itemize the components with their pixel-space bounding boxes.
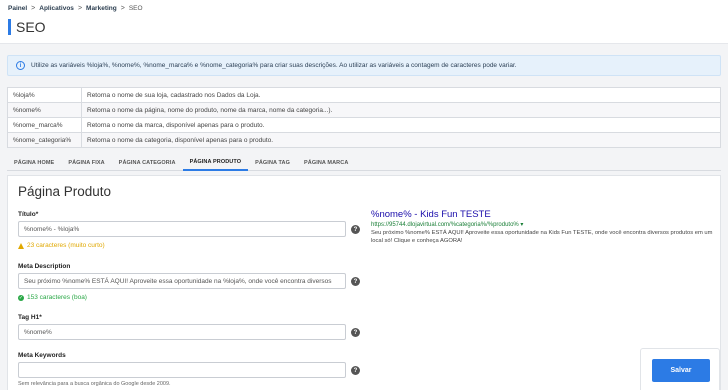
preview-url: https://95744.dlojavirtual.com/%categori…	[371, 222, 524, 228]
breadcrumb: Painel > Aplicativos > Marketing > SEO	[8, 4, 720, 13]
chevron-right-icon: >	[77, 5, 83, 12]
save-button[interactable]: Salvar	[652, 359, 710, 382]
variable-desc: Retorna o nome da categoria, disponível …	[81, 132, 721, 148]
table-row: %nome_marca% Retorna o nome da marca, di…	[7, 117, 721, 133]
tab-pagina-marca[interactable]: PÁGINA MARCA	[297, 155, 355, 171]
variables-table: %loja% Retorna o nome de sua loja, cadas…	[7, 87, 721, 148]
help-icon[interactable]: ?	[351, 225, 360, 234]
tag-h1-input[interactable]: %nome%	[18, 324, 346, 340]
tab-pagina-fixa[interactable]: PÁGINA FIXA	[61, 155, 111, 171]
help-icon[interactable]: ?	[351, 366, 360, 375]
chevron-right-icon: >	[31, 5, 36, 12]
title-input[interactable]: %nome% - %loja%	[18, 221, 346, 237]
variable-key: %nome%	[7, 102, 82, 118]
breadcrumb-aplicativos[interactable]: Aplicativos	[39, 5, 74, 12]
meta-keywords-input[interactable]	[18, 362, 346, 378]
variable-key: %loja%	[7, 87, 82, 103]
table-row: %nome% Retorna o nome da página, nome do…	[7, 102, 721, 118]
title-label: Título*	[18, 211, 39, 218]
title-note-text: 23 caracteres (muito curto)	[27, 242, 105, 249]
meta-description-input[interactable]: Seu próximo %nome% ESTÁ AQUI! Aproveite …	[18, 273, 346, 289]
check-icon: ✓	[18, 294, 24, 301]
tab-pagina-tag[interactable]: PÁGINA TAG	[248, 155, 297, 171]
tab-pagina-categoria[interactable]: PÁGINA CATEGORIA	[112, 155, 183, 171]
page-title-row: SEO	[8, 19, 720, 35]
table-row: %nome_categoria% Retorna o nome da categ…	[7, 132, 721, 148]
variable-desc: Retorna o nome de sua loja, cadastrado n…	[81, 87, 721, 103]
page-header: Painel > Aplicativos > Marketing > SEO S…	[0, 0, 728, 44]
breadcrumb-marketing[interactable]: Marketing	[86, 5, 117, 12]
meta-description-label: Meta Description	[18, 263, 71, 270]
info-icon: i	[16, 61, 25, 70]
page-title: SEO	[16, 19, 46, 35]
tab-pagina-produto[interactable]: PÁGINA PRODUTO	[182, 155, 249, 171]
info-alert: i Utilize as variáveis %loja%, %nome%, %…	[7, 55, 721, 76]
variable-desc: Retorna o nome da marca, disponível apen…	[81, 117, 721, 133]
breadcrumb-current: SEO	[128, 5, 143, 12]
title-char-count: 23 caracteres (muito curto)	[18, 242, 105, 249]
chevron-right-icon: >	[120, 5, 125, 12]
preview-description: Seu próximo %nome% ESTÁ AQUI! Aproveite …	[371, 230, 713, 244]
seo-tabs: PÁGINA HOME PÁGINA FIXA PÁGINA CATEGORIA…	[7, 155, 721, 171]
title-accent-bar	[8, 19, 11, 35]
meta-note-text: 153 caracteres (boa)	[27, 294, 87, 301]
save-panel: Salvar	[640, 348, 720, 390]
help-icon[interactable]: ?	[351, 277, 360, 286]
meta-keywords-label: Meta Keywords	[18, 352, 66, 359]
table-row: %loja% Retorna o nome de sua loja, cadas…	[7, 87, 721, 103]
breadcrumb-painel[interactable]: Painel	[8, 5, 27, 12]
meta-char-count: ✓ 153 caracteres (boa)	[18, 294, 87, 301]
search-preview: %nome% - Kids Fun TESTE https://95744.dl…	[371, 209, 716, 246]
help-icon[interactable]: ?	[351, 328, 360, 337]
keywords-note: Sem relevância para a busca orgânica do …	[18, 381, 171, 387]
variable-desc: Retorna o nome da página, nome do produt…	[81, 102, 721, 118]
preview-title: %nome% - Kids Fun TESTE	[371, 209, 491, 220]
info-text: Utilize as variáveis %loja%, %nome%, %no…	[31, 62, 517, 69]
seo-form-card: Página Produto Título* %nome% - %loja% ?…	[7, 175, 721, 390]
tab-pagina-home[interactable]: PÁGINA HOME	[7, 155, 61, 171]
tag-h1-label: Tag H1*	[18, 314, 42, 321]
section-title: Página Produto	[18, 184, 112, 199]
variable-key: %nome_marca%	[7, 117, 82, 133]
variable-key: %nome_categoria%	[7, 132, 82, 148]
warning-icon	[18, 242, 24, 249]
